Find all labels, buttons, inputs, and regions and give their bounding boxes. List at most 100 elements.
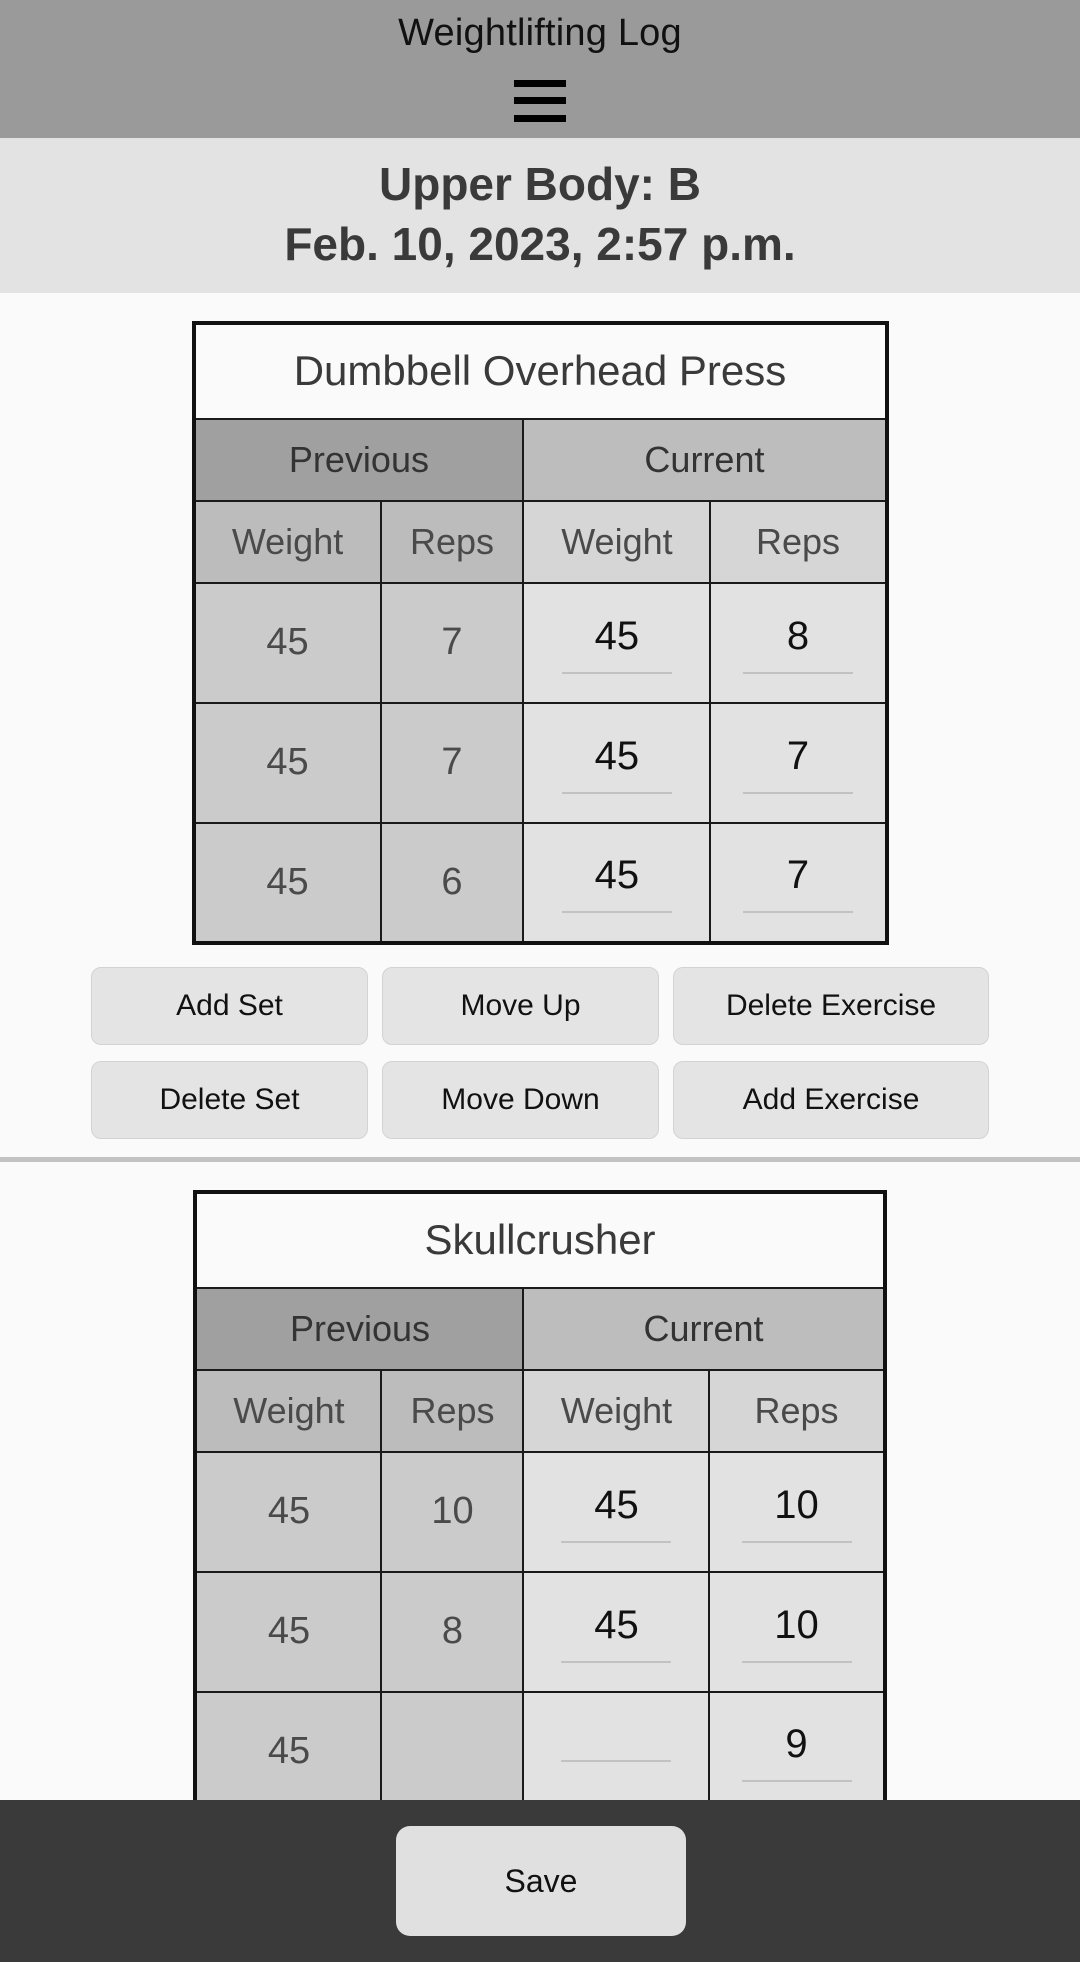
exercise-name-row: Dumbbell Overhead Press [193, 322, 887, 420]
move-down-button[interactable]: Move Down [382, 1060, 659, 1139]
cur-reps-cell[interactable]: 7 [709, 701, 888, 824]
action-row-top: Add Set Move Up Delete Exercise [90, 966, 990, 1045]
weight-input-value: 45 [594, 733, 640, 778]
input-underline [561, 1540, 672, 1543]
exercise-name: Skullcrusher [195, 1191, 885, 1289]
cur-reps-cell[interactable]: 10 [708, 1570, 886, 1693]
column-header-row: Weight Reps Weight Reps [194, 1368, 886, 1453]
reps-input[interactable]: 10 [710, 1573, 882, 1691]
prev-weight-cell: 45 [194, 1690, 383, 1813]
group-header-row: Previous Current [192, 417, 888, 502]
reps-input[interactable]: 7 [711, 704, 884, 822]
table-row: 45 9 [194, 1690, 886, 1813]
input-underline [561, 1660, 672, 1663]
hamburger-menu-icon[interactable] [514, 79, 566, 122]
hamburger-bar-3 [514, 114, 566, 122]
cur-reps-cell[interactable]: 7 [709, 821, 888, 944]
exercise-table-1: Dumbbell Overhead Press Previous Current… [191, 320, 889, 945]
reps-input-value: 9 [785, 1722, 808, 1767]
cur-reps-cell[interactable]: 10 [708, 1450, 886, 1573]
reps-input[interactable]: 7 [711, 824, 884, 941]
input-underline [741, 1540, 852, 1543]
table-row: 45 7 45 7 [192, 701, 888, 824]
prev-weight-cell: 45 [192, 581, 382, 704]
prev-reps-header: Reps [379, 499, 525, 584]
weight-input-value: 45 [594, 1482, 639, 1527]
reps-input[interactable]: 9 [710, 1693, 882, 1810]
exercise-table-2: Skullcrusher Previous Current Weight Rep… [193, 1189, 887, 1814]
add-exercise-button[interactable]: Add Exercise [673, 1060, 989, 1139]
prev-reps-cell: 10 [380, 1450, 525, 1573]
weight-input[interactable] [524, 1693, 708, 1810]
input-underline [742, 791, 853, 794]
prev-reps-header: Reps [380, 1368, 525, 1453]
prev-weight-header: Weight [194, 1368, 383, 1453]
reps-input-value: 7 [786, 853, 810, 898]
weight-input[interactable]: 45 [524, 584, 709, 702]
current-group-header: Current [522, 417, 888, 502]
group-header-row: Previous Current [194, 1286, 886, 1371]
reps-input[interactable]: 10 [710, 1453, 882, 1571]
cur-weight-cell[interactable]: 45 [522, 701, 712, 824]
prev-weight-cell: 45 [192, 701, 382, 824]
input-underline [561, 1760, 672, 1763]
app-root: Weightlifting Log Upper Body: B Feb. 10,… [0, 0, 1080, 1962]
reps-input-value: 8 [786, 613, 810, 658]
reps-input-value: 7 [786, 733, 810, 778]
input-underline [741, 1780, 852, 1783]
exercise-block-1: Dumbbell Overhead Press Previous Current… [0, 293, 1080, 1162]
reps-input[interactable]: 8 [711, 584, 884, 702]
input-underline [742, 671, 853, 674]
cur-weight-cell[interactable]: 45 [522, 1570, 711, 1693]
weight-input[interactable]: 45 [524, 824, 709, 941]
cur-weight-header: Weight [522, 1368, 711, 1453]
input-underline [742, 911, 853, 914]
cur-reps-cell[interactable]: 8 [709, 581, 888, 704]
action-row-bottom: Delete Set Move Down Add Exercise [90, 1060, 990, 1139]
weight-input[interactable]: 45 [524, 1573, 708, 1691]
app-bar: Weightlifting Log [0, 0, 1080, 138]
input-underline [741, 1660, 852, 1663]
prev-weight-cell: 45 [194, 1450, 383, 1573]
cur-weight-cell[interactable]: 45 [522, 1450, 711, 1573]
cur-weight-cell[interactable]: 45 [522, 821, 712, 944]
weight-input[interactable]: 45 [524, 1453, 708, 1571]
hamburger-menu-button[interactable] [0, 79, 1080, 122]
save-button[interactable]: Save [396, 1826, 686, 1936]
weight-input[interactable]: 45 [524, 704, 709, 822]
delete-exercise-button[interactable]: Delete Exercise [673, 966, 989, 1045]
previous-group-header: Previous [194, 1286, 525, 1371]
column-header-row: Weight Reps Weight Reps [192, 499, 888, 584]
move-up-button[interactable]: Move Up [382, 966, 659, 1045]
cur-reps-header: Reps [708, 1368, 886, 1453]
current-group-header: Current [522, 1286, 886, 1371]
reps-input-value: 10 [774, 1482, 819, 1527]
cur-weight-cell[interactable]: 45 [522, 581, 712, 704]
weight-input-value: 45 [594, 613, 640, 658]
previous-group-header: Previous [192, 417, 525, 502]
table-row: 45 6 45 7 [192, 821, 888, 944]
input-underline [561, 911, 672, 914]
prev-weight-header: Weight [192, 499, 382, 584]
table-row: 45 7 45 8 [192, 581, 888, 704]
input-underline [561, 791, 672, 794]
cur-weight-cell[interactable] [522, 1690, 711, 1813]
app-title: Weightlifting Log [398, 12, 682, 54]
workout-date: Feb. 10, 2023, 2:57 p.m. [284, 218, 796, 271]
add-set-button[interactable]: Add Set [91, 966, 368, 1045]
input-underline [561, 671, 672, 674]
weight-input-value: 45 [594, 1602, 639, 1647]
table-row: 45 10 45 10 [194, 1450, 886, 1573]
prev-weight-cell: 45 [194, 1570, 383, 1693]
hamburger-bar-2 [514, 97, 566, 104]
prev-reps-cell: 7 [379, 581, 525, 704]
delete-set-button[interactable]: Delete Set [91, 1060, 368, 1139]
exercise-block-2: Skullcrusher Previous Current Weight Rep… [0, 1162, 1080, 1814]
cur-reps-header: Reps [709, 499, 888, 584]
workout-header: Upper Body: B Feb. 10, 2023, 2:57 p.m. [0, 137, 1080, 293]
table-row: 45 8 45 10 [194, 1570, 886, 1693]
cur-weight-header: Weight [522, 499, 712, 584]
prev-weight-cell: 45 [192, 821, 382, 944]
cur-reps-cell[interactable]: 9 [708, 1690, 886, 1813]
prev-reps-cell [380, 1690, 525, 1813]
